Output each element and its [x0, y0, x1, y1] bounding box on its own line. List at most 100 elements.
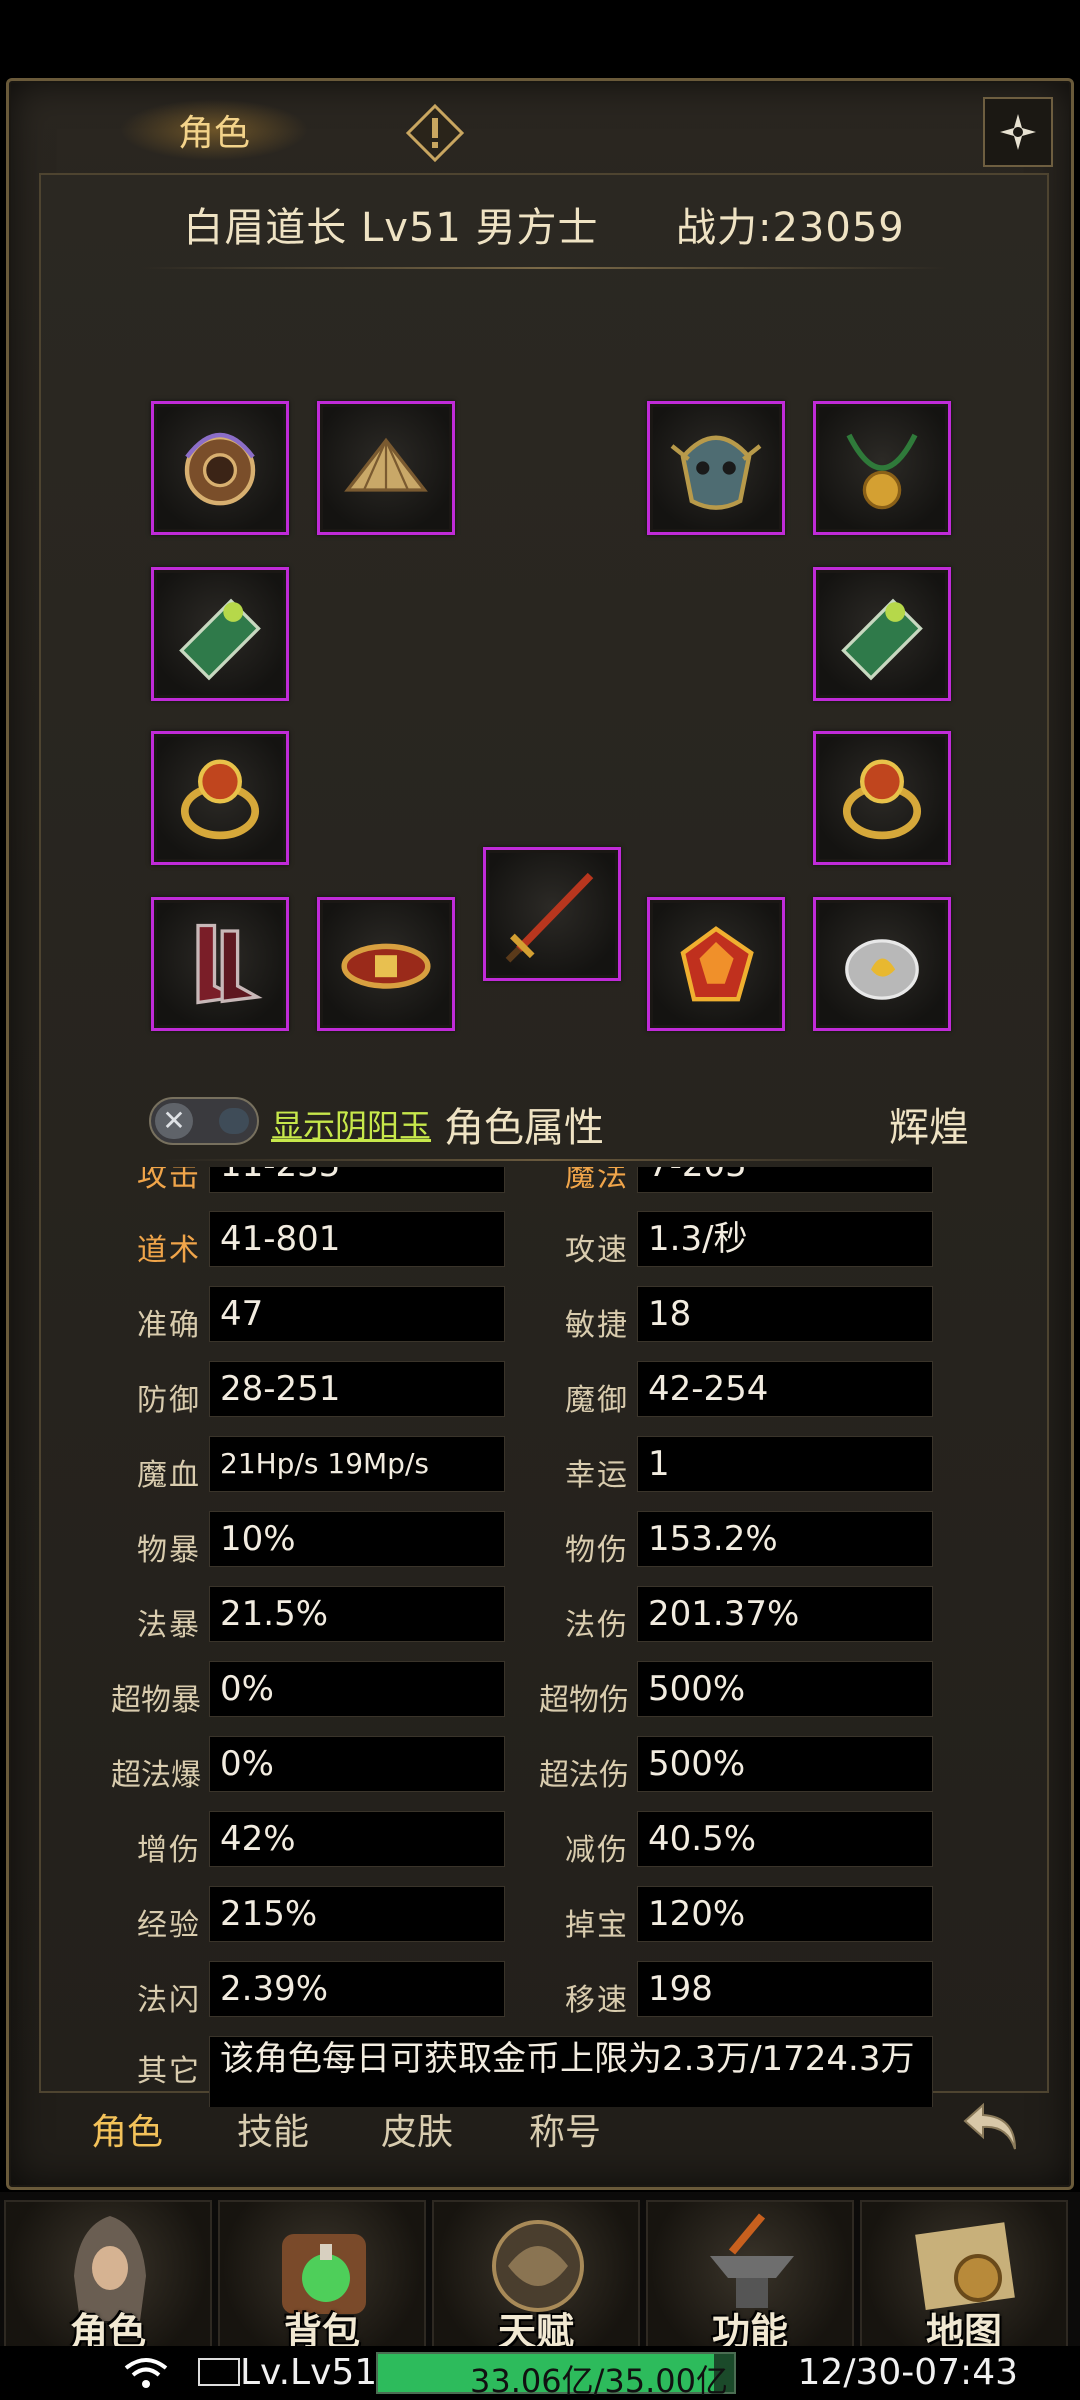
boots-icon	[196, 923, 263, 1005]
helmet-icon	[670, 435, 762, 510]
attributes-title: 角色属性	[444, 1105, 604, 1151]
close-icon: ✕	[155, 1103, 193, 1139]
stat-value: 7-205	[637, 1167, 933, 1193]
stat-value: 0%	[209, 1661, 505, 1717]
stat-value: 153.2%	[637, 1511, 933, 1567]
nav-talent[interactable]: 天赋	[432, 2200, 640, 2368]
nav-bag[interactable]: 背包	[218, 2200, 426, 2368]
stat-value: 42-254	[637, 1361, 933, 1417]
equip-slot-boots[interactable]	[151, 897, 289, 1031]
stat-label: 法暴	[137, 1608, 201, 1643]
glory-label[interactable]: 辉煌	[889, 1095, 969, 1153]
back-arrow-icon[interactable]	[955, 2091, 1027, 2163]
stat-row: 道术 41-801 攻速 1.3/秒	[81, 1211, 1011, 1271]
ring-left-icon	[180, 759, 260, 840]
equip-slot-stone[interactable]	[813, 897, 951, 1031]
stat-row: 法暴 21.5% 法伤 201.37%	[81, 1586, 1011, 1646]
equip-slot-ring-left[interactable]	[151, 731, 289, 865]
bracer-right-icon	[841, 598, 923, 681]
nav-character[interactable]: 角色	[4, 2200, 212, 2368]
stat-label: 法闪	[137, 1983, 201, 2018]
equip-slot-belt[interactable]	[317, 897, 455, 1031]
equip-slot-bracer-left[interactable]	[151, 567, 289, 701]
stat-value: 1	[637, 1436, 933, 1492]
main-nav: 角色 背包 天赋 功能 地图	[0, 2192, 1080, 2372]
stat-label: 魔血	[137, 1458, 201, 1493]
stat-value: 500%	[637, 1661, 933, 1717]
stat-label: 超法伤	[539, 1758, 629, 1793]
stat-label: 物暴	[137, 1533, 201, 1568]
exp-text: 33.06亿/35.00亿	[469, 2362, 728, 2400]
yinyang-toggle[interactable]: ✕	[149, 1097, 259, 1145]
stat-row: 攻击 11-235 魔法 7-205	[81, 1167, 1011, 1197]
stat-row: 经验 215% 掉宝 120%	[81, 1886, 1011, 1946]
stat-label: 移速	[565, 1983, 629, 2018]
character-header: 白眉道长 Lv51 男方士 战力:23059	[41, 195, 1047, 253]
stat-value: 198	[637, 1961, 933, 2017]
settings-button[interactable]	[983, 97, 1053, 167]
battery-icon	[198, 2358, 240, 2386]
stat-value: 18	[637, 1286, 933, 1342]
sword-icon	[505, 872, 594, 963]
nav-map[interactable]: 地图	[860, 2200, 1068, 2368]
equip-slot-hat[interactable]	[317, 401, 455, 535]
stat-row: 物暴 10% 物伤 153.2%	[81, 1511, 1011, 1571]
equip-slot-gem[interactable]	[647, 897, 785, 1031]
stat-label: 掉宝	[565, 1908, 629, 1943]
character-panel: 白眉道长 Lv51 男方士 战力:23059 ✕ 显示阴阳玉 角色属性 辉煌 攻…	[39, 173, 1049, 2153]
tab-skins[interactable]: 皮肤	[381, 2103, 453, 2155]
stat-row: 防御 28-251 魔御 42-254	[81, 1361, 1011, 1421]
stat-label: 增伤	[137, 1833, 201, 1868]
stat-row: 超物暴 0% 超物伤 500%	[81, 1661, 1011, 1721]
stat-label: 攻速	[565, 1233, 629, 1268]
warning-icon[interactable]	[405, 103, 465, 163]
stat-value: 1.3/秒	[637, 1211, 933, 1267]
combat-power: 战力:23059	[676, 205, 905, 251]
nav-function[interactable]: 功能	[646, 2200, 854, 2368]
stat-value: 47	[209, 1286, 505, 1342]
star-settings-icon	[1000, 114, 1036, 150]
stat-value: 201.37%	[637, 1586, 933, 1642]
stat-value: 11-235	[209, 1167, 505, 1193]
stat-row: 准确 47 敏捷 18	[81, 1286, 1011, 1346]
stat-value: 42%	[209, 1811, 505, 1867]
stat-value: 0%	[209, 1736, 505, 1792]
character-level: Lv51	[360, 205, 462, 251]
equip-slot-weapon[interactable]	[483, 847, 621, 981]
tab-titles[interactable]: 称号	[529, 2103, 601, 2155]
stat-label: 法伤	[565, 1608, 629, 1643]
tab-character[interactable]: 角色	[91, 2103, 163, 2155]
bracer-left-icon	[179, 598, 261, 681]
toggle-track	[219, 1108, 249, 1134]
stat-label: 超物伤	[539, 1683, 629, 1718]
stat-label: 防御	[137, 1383, 201, 1418]
stat-label: 经验	[137, 1908, 201, 1943]
stat-value: 21Hp/s 19Mp/s	[209, 1436, 505, 1492]
stat-value: 2.39%	[209, 1961, 505, 2017]
equip-slot-helmet[interactable]	[647, 401, 785, 535]
stat-label: 物伤	[565, 1533, 629, 1568]
character-window: 角色 白眉道长 Lv51 男方士 战力:23059 ✕ 显示阴阳玉 角色属性 辉…	[6, 78, 1074, 2190]
equip-slot-amulet[interactable]	[151, 401, 289, 535]
stats-list[interactable]: 攻击 11-235 魔法 7-205 道术41-801 攻速1.3/秒 准确47 敏…	[81, 1167, 1011, 2107]
stat-row: 魔血 21Hp/s 19Mp/s 幸运 1	[81, 1436, 1011, 1496]
stat-row: 法闪 2.39% 移速 198	[81, 1961, 1011, 2021]
clock: 12/30-07:43	[797, 2352, 1018, 2393]
divider	[141, 267, 947, 269]
equip-slot-necklace[interactable]	[813, 401, 951, 535]
stat-value: 120%	[637, 1886, 933, 1942]
tab-character-top[interactable]: 角色	[119, 99, 309, 161]
stat-value: 10%	[209, 1511, 505, 1567]
stat-value: 500%	[637, 1736, 933, 1792]
equip-slot-ring-right[interactable]	[813, 731, 951, 865]
tab-skills[interactable]: 技能	[237, 2103, 309, 2155]
stat-label: 魔御	[565, 1383, 629, 1418]
stat-label: 敏捷	[565, 1308, 629, 1343]
divider	[161, 1159, 927, 1161]
stat-label: 魔法	[565, 1167, 629, 1194]
attributes-header: ✕ 显示阴阳玉 角色属性 辉煌	[149, 1091, 969, 1151]
stat-label: 超法爆	[111, 1758, 201, 1793]
equip-slot-bracer-right[interactable]	[813, 567, 951, 701]
player-level: Lv.Lv51	[240, 2352, 378, 2393]
yinyang-toggle-label[interactable]: 显示阴阳玉	[271, 1101, 431, 1147]
